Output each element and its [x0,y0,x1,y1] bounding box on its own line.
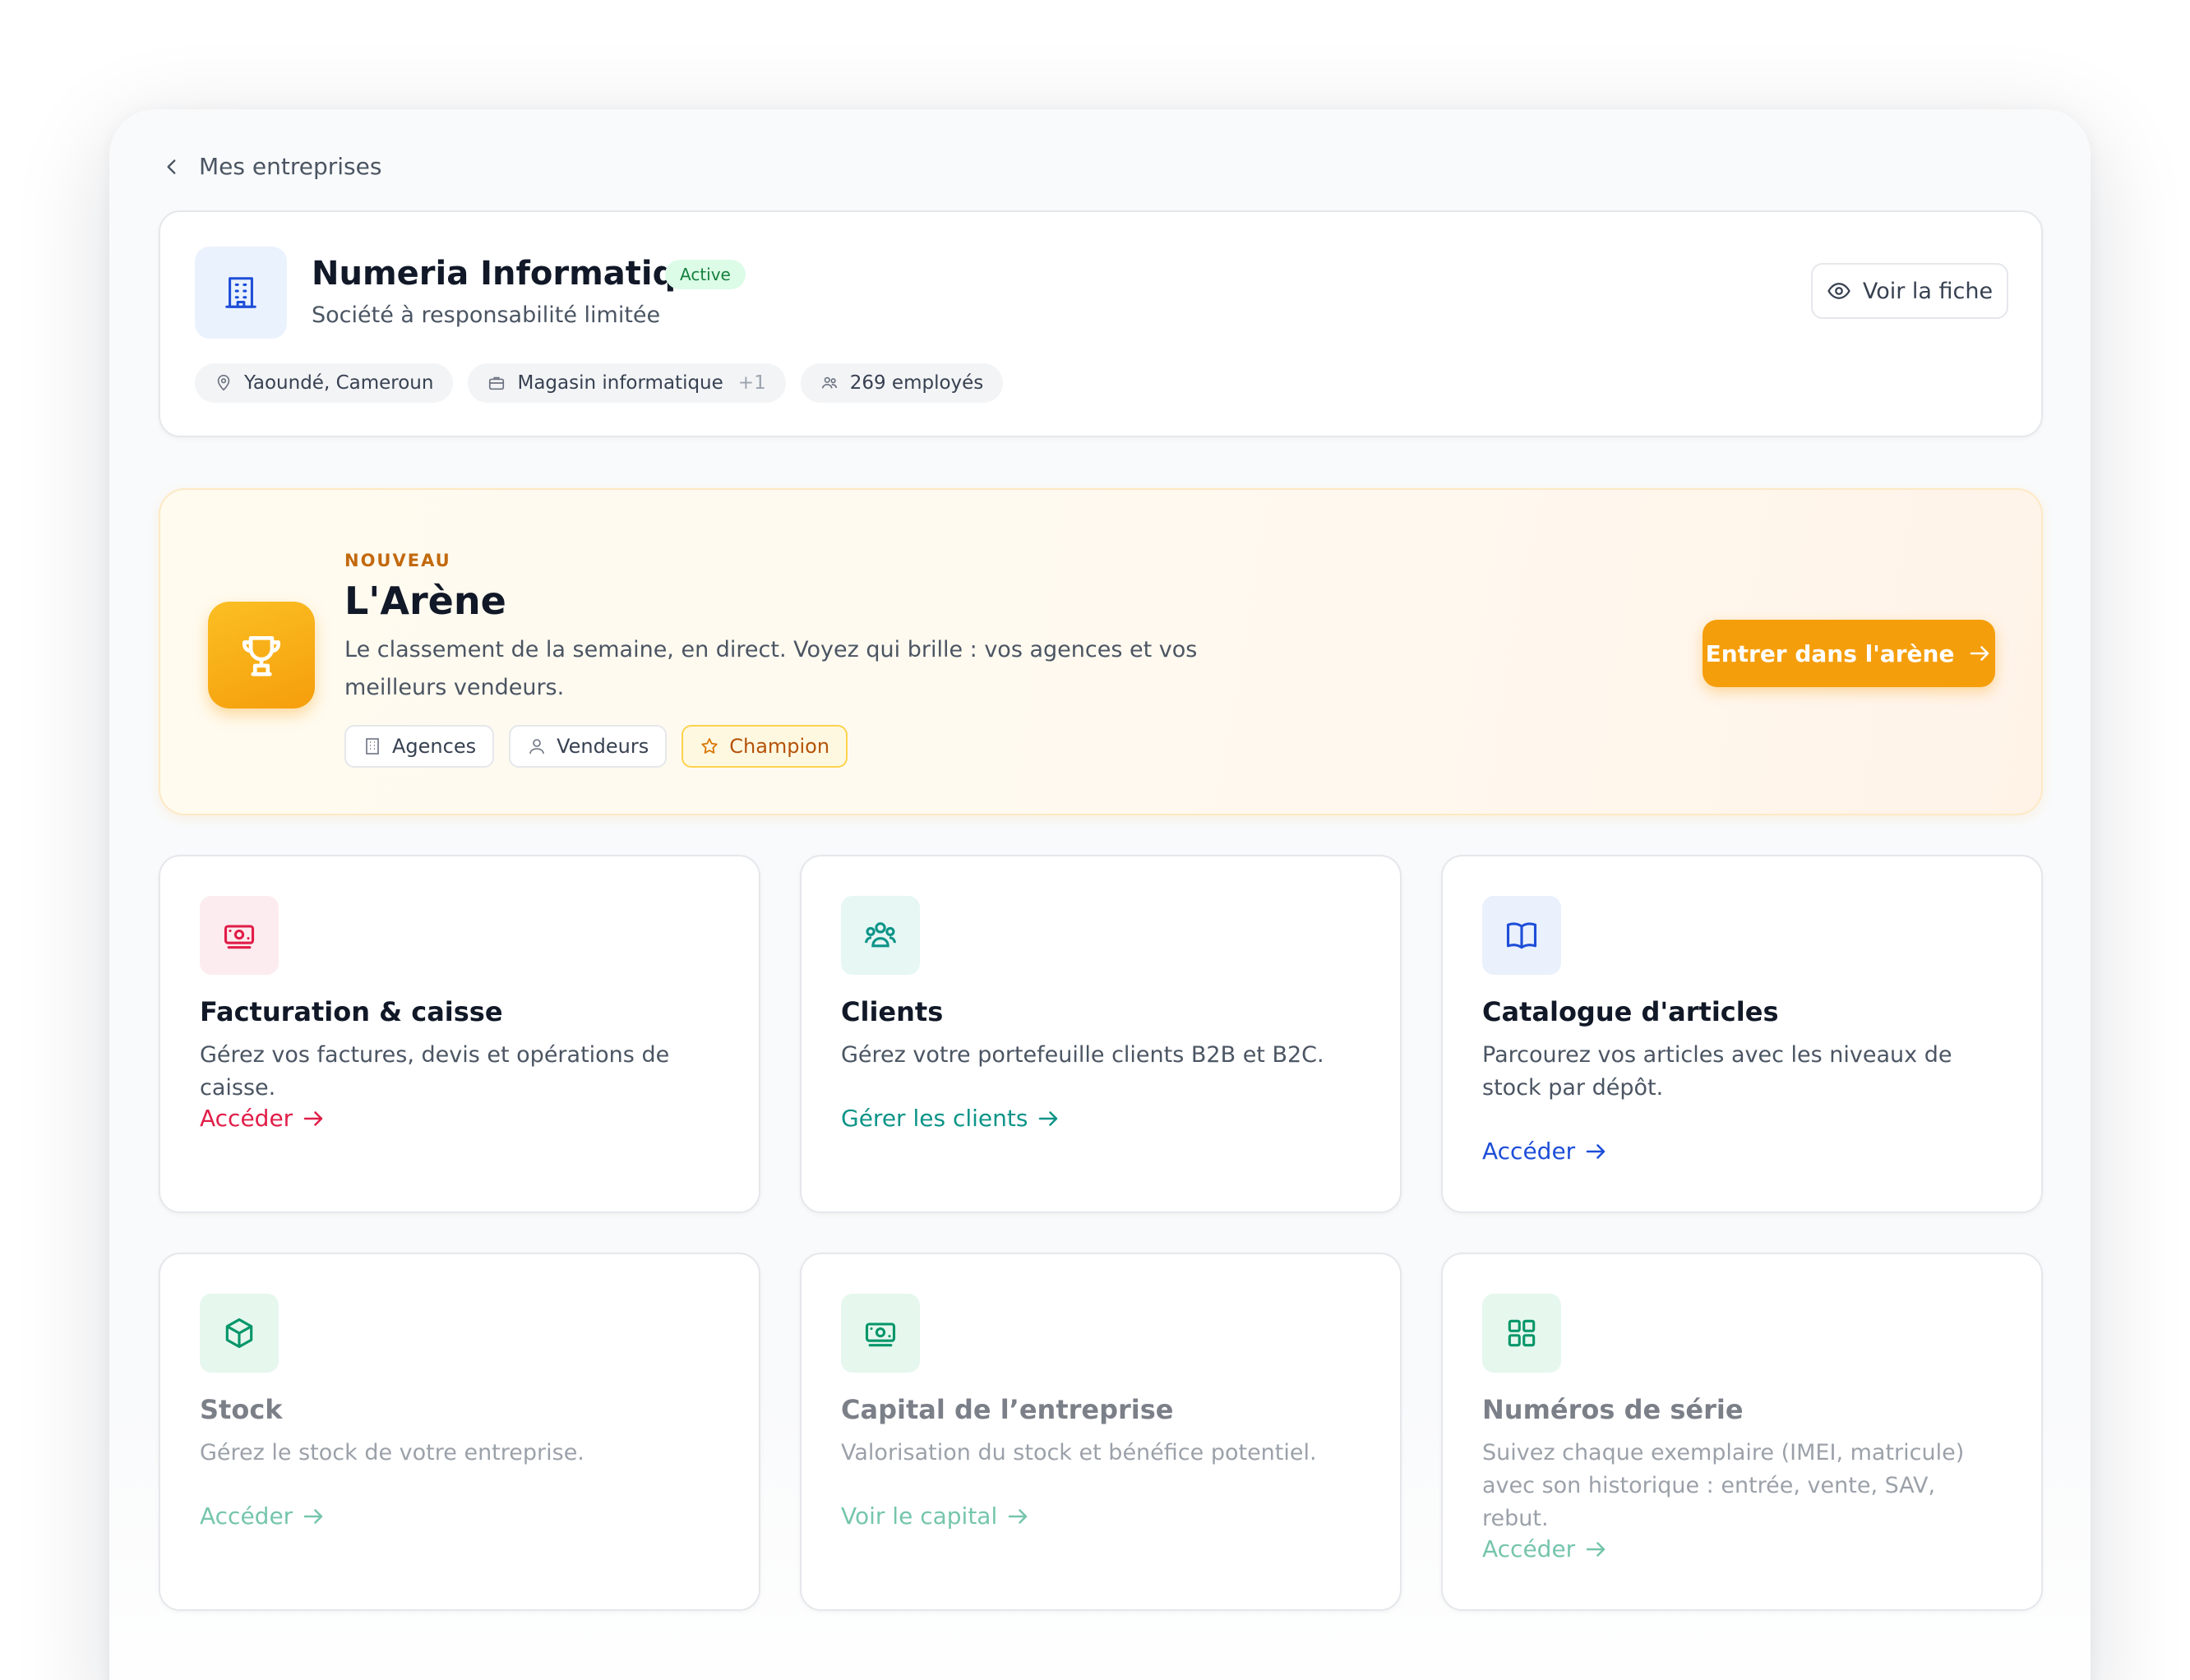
users-icon [865,922,896,948]
arena-banner: NOUVEAU L'Arène Le classement de la sema… [159,488,2043,815]
company-meta: Yaoundé, Cameroun Magasin informatique +… [195,363,1004,403]
module-icon-tile [841,1294,920,1373]
users-icon [821,376,837,389]
cash-register-icon [224,925,255,949]
banknote-icon [865,1322,896,1347]
module-description: Gérez votre portefeuille clients B2B et … [841,1042,1324,1068]
chevron-left-icon [167,159,176,174]
module-title: Catalogue d'articles [1482,996,1779,1027]
employees-text: 269 employés [849,372,984,394]
trophy-icon [243,636,280,676]
grid-icon [1508,1319,1536,1347]
employees-pill: 269 employés [800,363,1004,403]
building-icon [366,738,379,755]
module-title: Stock [200,1394,283,1425]
box-icon [225,1318,253,1349]
chip-agences[interactable]: Agences [344,725,495,768]
module-icon-tile [1482,896,1561,975]
sector-text: Magasin informatique [517,372,723,394]
module-link[interactable]: Accéder [200,1502,326,1530]
building-icon [225,277,256,308]
module-title: Numéros de série [1482,1394,1744,1425]
module-card-clients[interactable]: Clients Gérez votre portefeuille clients… [800,855,1402,1213]
star-icon [701,738,718,754]
arena-title: L'Arène [344,579,506,623]
arena-description: Le classement de la semaine, en direct. … [344,637,1198,700]
enter-arena-button[interactable]: Entrer dans l'arène [1703,620,1995,687]
module-card-capital[interactable]: Capital de l’entreprise Valorisation du … [800,1253,1402,1611]
module-description: Suivez chaque exemplaire (IMEI, matricul… [1482,1440,1965,1531]
company-card: Numeria Informatique Active Société à re… [159,210,2043,437]
company-name: Numeria Informatique [312,255,722,293]
module-card-stock[interactable]: Stock Gérez le stock de votre entreprise… [159,1253,760,1611]
arrow-right-icon [1039,1110,1058,1126]
module-card-facturation[interactable]: Facturation & caisse Gérez vos factures,… [159,855,760,1213]
view-sheet-label: Voir la fiche [1862,278,1994,304]
chip-champion[interactable]: Champion [681,725,848,768]
module-link[interactable]: Accéder [200,1105,326,1132]
chip-label: Vendeurs [557,735,649,758]
module-link[interactable]: Accéder [1482,1535,1608,1562]
sector-extra-count: +1 [737,372,766,394]
briefcase-icon [489,376,505,390]
enter-arena-label: Entrer dans l'arène [1705,639,1955,667]
chip-label: Champion [729,735,830,758]
arrow-right-icon [303,1110,323,1126]
module-link[interactable]: Accéder [1482,1138,1608,1165]
module-link-label: Accéder [200,1502,293,1530]
module-description: Gérez le stock de votre entreprise. [200,1440,584,1465]
map-pin-icon [217,375,230,391]
module-card-catalogue[interactable]: Catalogue d'articles Parcourez vos artic… [1441,855,2043,1213]
module-description: Gérez vos factures, devis et opérations … [200,1042,670,1101]
module-link-label: Gérer les clients [841,1105,1028,1132]
back-link[interactable]: Mes entreprises [161,153,381,180]
back-link-label: Mes entreprises [199,153,382,180]
arena-icon-tile [208,602,315,708]
chip-label: Agences [392,735,477,758]
module-link[interactable]: Voir le capital [841,1502,1030,1530]
module-link-label: Accéder [200,1105,293,1132]
arena-new-tag: NOUVEAU [344,551,451,570]
company-type: Société à responsabilité limitée [312,302,661,328]
module-title: Facturation & caisse [200,996,503,1027]
module-link-label: Accéder [1482,1535,1576,1562]
module-title: Capital de l’entreprise [841,1394,1174,1425]
module-link-label: Voir le capital [841,1502,998,1530]
status-badge: Active [665,260,746,289]
eye-icon [1827,283,1850,299]
sector-pill: Magasin informatique +1 [468,363,786,403]
location-pill: Yaoundé, Cameroun [195,363,454,403]
module-link-label: Accéder [1482,1138,1576,1165]
module-icon-tile [200,896,279,975]
module-icon-tile [841,896,920,975]
user-icon [529,739,544,755]
view-sheet-button[interactable]: Voir la fiche [1811,263,2008,319]
module-link[interactable]: Gérer les clients [841,1105,1060,1132]
module-description: Parcourez vos articles avec les niveaux … [1482,1042,1952,1101]
module-icon-tile [200,1294,279,1373]
module-card-serial-numbers[interactable]: Numéros de série Suivez chaque exemplair… [1441,1253,2043,1611]
arrow-right-icon [1008,1508,1028,1524]
arrow-right-icon [1971,646,1989,661]
chip-vendeurs[interactable]: Vendeurs [509,725,668,768]
arrow-right-icon [303,1508,323,1524]
module-icon-tile [1482,1294,1561,1373]
module-title: Clients [841,996,944,1027]
location-text: Yaoundé, Cameroun [244,372,434,394]
book-icon [1506,922,1537,949]
arrow-right-icon [1586,1143,1606,1159]
arena-chips: Agences Vendeurs Champion [344,725,848,768]
company-logo [195,247,287,339]
module-description: Valorisation du stock et bénéfice potent… [841,1440,1317,1465]
arrow-right-icon [1586,1541,1606,1557]
